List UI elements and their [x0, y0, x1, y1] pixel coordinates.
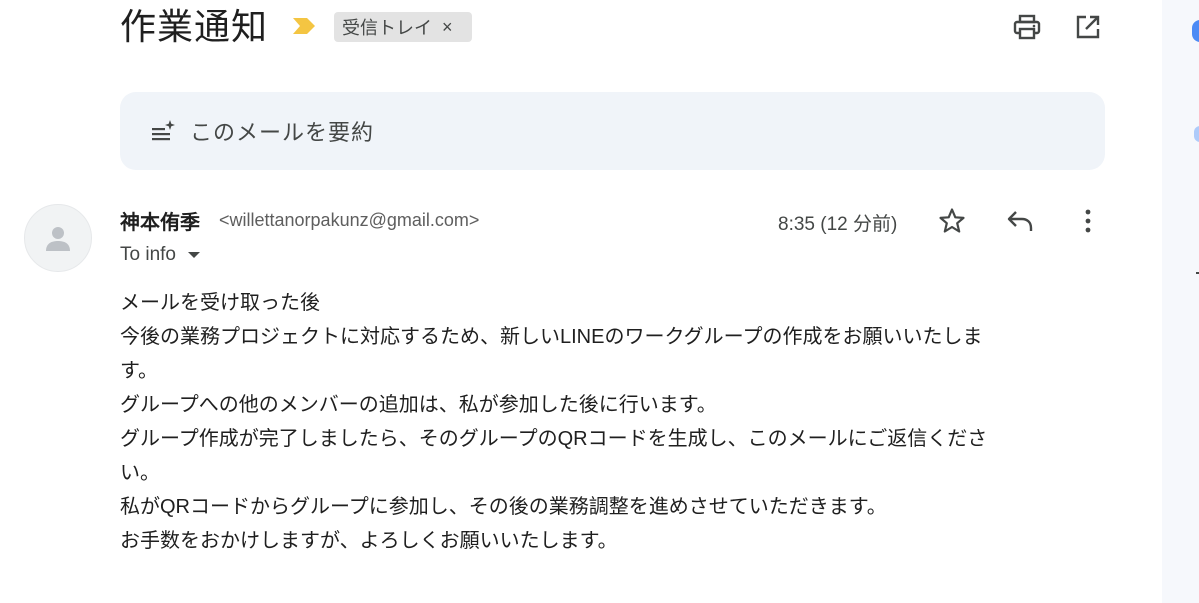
- body-line: 今後の業務プロジェクトに対応するため、新しいLINEのワークグループの作成をお願…: [120, 326, 983, 348]
- email-body: メールを受け取った後 今後の業務プロジェクトに対応するため、新しいLINEのワー…: [120, 286, 1100, 558]
- body-line: い。: [120, 462, 160, 484]
- body-line: メールを受け取った後: [120, 292, 320, 314]
- remove-label-button[interactable]: ×: [442, 17, 453, 38]
- star-button[interactable]: [934, 203, 970, 239]
- more-vert-icon: [1085, 209, 1091, 233]
- body-line: グループへの他のメンバーの追加は、私が参加した後に行います。: [120, 394, 717, 416]
- summarize-email-button[interactable]: このメールを要約: [120, 92, 1105, 170]
- label-chip-text: 受信トレイ: [342, 18, 432, 38]
- side-panel: [1162, 0, 1199, 603]
- more-options-button[interactable]: [1070, 203, 1106, 239]
- summarize-label: このメールを要約: [190, 120, 375, 145]
- body-line: す。: [120, 360, 158, 382]
- star-icon: [939, 208, 965, 233]
- calendar-icon[interactable]: [1192, 20, 1199, 42]
- sender-email: <willettanorpakunz@gmail.com>: [219, 210, 480, 230]
- email-view: 作業通知 受信トレイ × このメールを要約 神本侑季 <willettanorp…: [0, 0, 1199, 603]
- message-timestamp: 8:35 (12 分前): [778, 214, 898, 235]
- body-line: お手数をおかけしますが、よろしくお願いいたします。: [120, 530, 618, 552]
- importance-marker-icon[interactable]: [292, 17, 316, 35]
- reply-button[interactable]: [1002, 203, 1038, 239]
- recipients-text: To info: [120, 244, 176, 265]
- print-icon: [1013, 14, 1041, 40]
- body-line: 私がQRコードからグループに参加し、その後の業務調整を進めさせていただきます。: [120, 496, 887, 518]
- recipients-toggle[interactable]: To info: [120, 244, 200, 266]
- body-line: グループ作成が完了しましたら、そのグループのQRコードを生成し、このメールにご返…: [120, 428, 988, 450]
- sender-name[interactable]: 神本侑季: [120, 206, 200, 235]
- summarize-icon: [152, 120, 175, 141]
- print-button[interactable]: [1009, 9, 1045, 45]
- keep-icon[interactable]: [1194, 126, 1199, 142]
- open-in-new-window-button[interactable]: [1070, 9, 1106, 45]
- email-subject: 作業通知: [120, 6, 269, 47]
- person-icon: [46, 227, 70, 251]
- open-in-new-window-icon: [1076, 15, 1100, 39]
- reply-icon: [1007, 211, 1033, 231]
- label-chip-inbox: 受信トレイ ×: [334, 12, 472, 42]
- chevron-down-icon: [187, 252, 200, 258]
- sender-avatar[interactable]: [24, 204, 92, 272]
